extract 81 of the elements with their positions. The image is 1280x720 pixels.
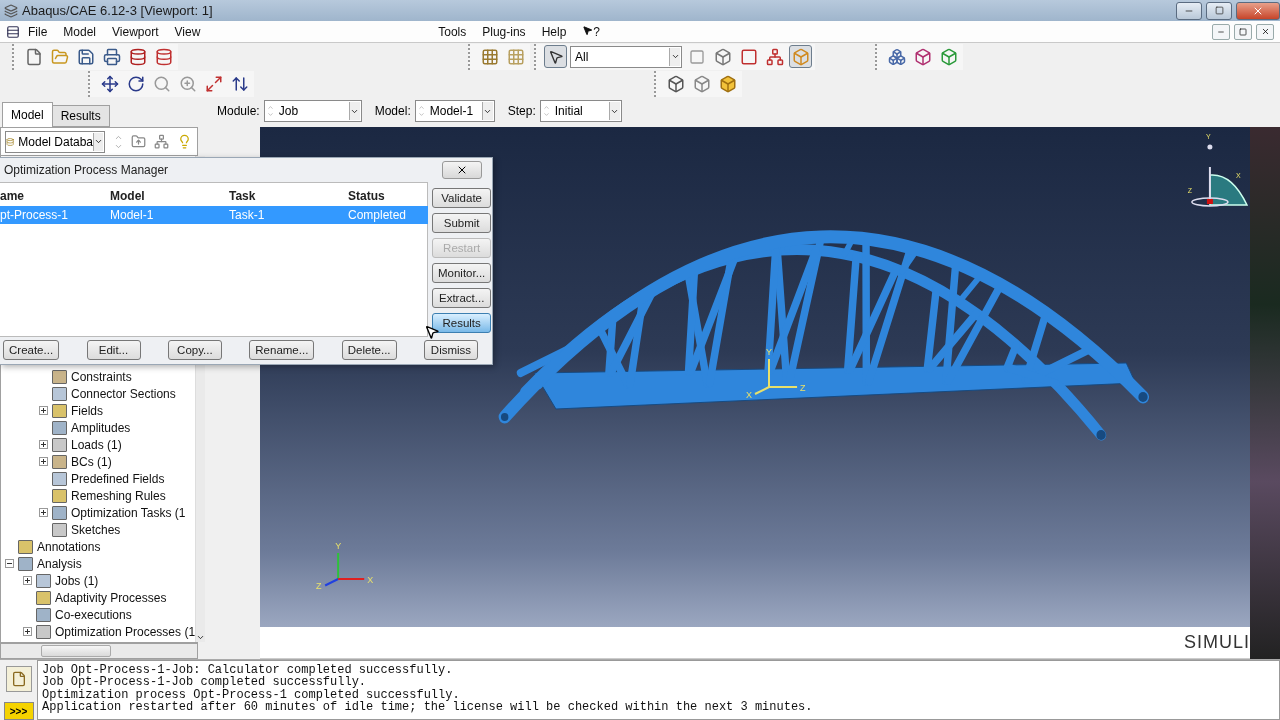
dialog-button[interactable]: Dismiss: [423, 340, 478, 361]
tree-icon[interactable]: [154, 134, 169, 149]
context-help-button[interactable]: ?: [574, 24, 608, 39]
message-area-button[interactable]: [5, 666, 32, 692]
close-button[interactable]: [1256, 23, 1274, 40]
tree-item[interactable]: Jobs (1): [1, 572, 196, 589]
dialog-button[interactable]: Extract...: [432, 287, 492, 308]
pointer-icon[interactable]: [544, 45, 567, 68]
tree-item[interactable]: Co-executions: [1, 606, 196, 623]
expand-toggle[interactable]: [39, 508, 48, 517]
expand-toggle[interactable]: [39, 457, 48, 466]
system-menu-icon[interactable]: [6, 24, 20, 39]
restore-icon: [1239, 27, 1247, 36]
tree-item[interactable]: Remeshing Rules: [1, 487, 196, 504]
expand-toggle[interactable]: [39, 440, 48, 449]
tab[interactable]: Model: [2, 102, 53, 127]
tree-item[interactable]: Analysis: [1, 555, 196, 572]
dialog-button[interactable]: Submit: [432, 212, 492, 233]
axis-triad-drawing: Y Z X: [316, 541, 374, 592]
menu-item[interactable]: Plug-ins: [474, 24, 534, 39]
tree-item[interactable]: Fields: [1, 402, 196, 419]
tree-item[interactable]: Annotations: [1, 538, 196, 555]
pointer-icon: [582, 24, 594, 36]
logo: SIMULI: [1184, 632, 1250, 653]
menu-item[interactable]: Viewport: [104, 24, 167, 39]
minimize-button[interactable]: [1176, 1, 1202, 20]
close-icon: [1260, 27, 1270, 36]
tab[interactable]: Results: [51, 105, 110, 127]
menu-item[interactable]: Model: [55, 24, 105, 39]
field-label: Model:: [374, 104, 411, 118]
python-prompt-button[interactable]: >>>: [3, 702, 34, 720]
dialog-button[interactable]: Validate: [432, 187, 492, 208]
context-dropdown[interactable]: Model-1: [414, 100, 495, 122]
dialog-button[interactable]: Copy...: [167, 340, 222, 361]
restore-icon: [1214, 6, 1224, 15]
menu-item[interactable]: Help: [533, 24, 575, 39]
dialog-button[interactable]: Results: [432, 312, 492, 333]
document-icon: [10, 671, 27, 687]
dialog-button[interactable]: Edit...: [86, 340, 141, 361]
column-header: Model: [110, 187, 146, 205]
tree-item[interactable]: Constraints: [1, 368, 196, 385]
tree-item[interactable]: Optimization Tasks (1: [1, 504, 196, 521]
restore-button[interactable]: [1206, 1, 1232, 20]
box-icon[interactable]: [789, 45, 812, 68]
menu-item[interactable]: File: [20, 24, 56, 39]
dialog-button[interactable]: Delete...: [341, 340, 397, 361]
dialog-title: Optimization Process Manager: [4, 162, 169, 177]
app-icon: [4, 3, 18, 18]
message-line: Job Opt-Process-1-Job completed successfully.: [42, 676, 367, 689]
expand-toggle[interactable]: [23, 627, 32, 636]
expand-toggle[interactable]: [5, 559, 14, 568]
tree-item[interactable]: Sketches: [1, 521, 196, 538]
folder-up-icon[interactable]: [131, 134, 146, 149]
expand-toggle[interactable]: [23, 576, 32, 585]
tree-item[interactable]: Optimization Processes (1: [1, 623, 196, 640]
tree-item[interactable]: Predefined Fields: [1, 470, 196, 487]
database-dropdown[interactable]: Model Databa: [5, 130, 105, 153]
selection-filter[interactable]: All: [570, 45, 682, 68]
column-header: Status: [348, 187, 386, 205]
dialog-button[interactable]: Create...: [3, 340, 60, 361]
tree-item[interactable]: BCs (1): [1, 453, 196, 470]
column-header: Task: [229, 187, 257, 205]
dialog-button[interactable]: Rename...: [249, 340, 315, 361]
expand-toggle[interactable]: [39, 406, 48, 415]
tree-item[interactable]: Adaptivity Processes: [1, 589, 196, 606]
tree-item[interactable]: Loads (1): [1, 436, 196, 453]
context-dropdown[interactable]: Job: [263, 100, 362, 122]
message-line: Application restarted after 60 minutes of idle time; the license will be checked within the next 3 minutes.: [42, 700, 814, 714]
window-title: Abaqus/CAE 6.12-3 [Viewport: 1]: [22, 3, 214, 18]
menu-item[interactable]: View: [166, 24, 209, 39]
part-axes-drawing: Y X Z: [746, 347, 806, 400]
message-line: Job Opt-Process-1-Job: Calculator completed successfully.: [42, 664, 454, 677]
tree-item[interactable]: Amplitudes: [1, 419, 196, 436]
column-header: ame: [0, 187, 26, 205]
field-label: Module:: [217, 104, 260, 118]
dialog-button[interactable]: Monitor...: [432, 262, 492, 283]
field-label: Step:: [507, 104, 536, 118]
context-dropdown[interactable]: Initial: [539, 100, 622, 122]
message-line: Optimization process Opt-Process-1 completed successfully.: [42, 688, 460, 701]
tree-item[interactable]: Connector Sections: [1, 385, 196, 402]
menu-item[interactable]: Tools: [430, 24, 475, 39]
